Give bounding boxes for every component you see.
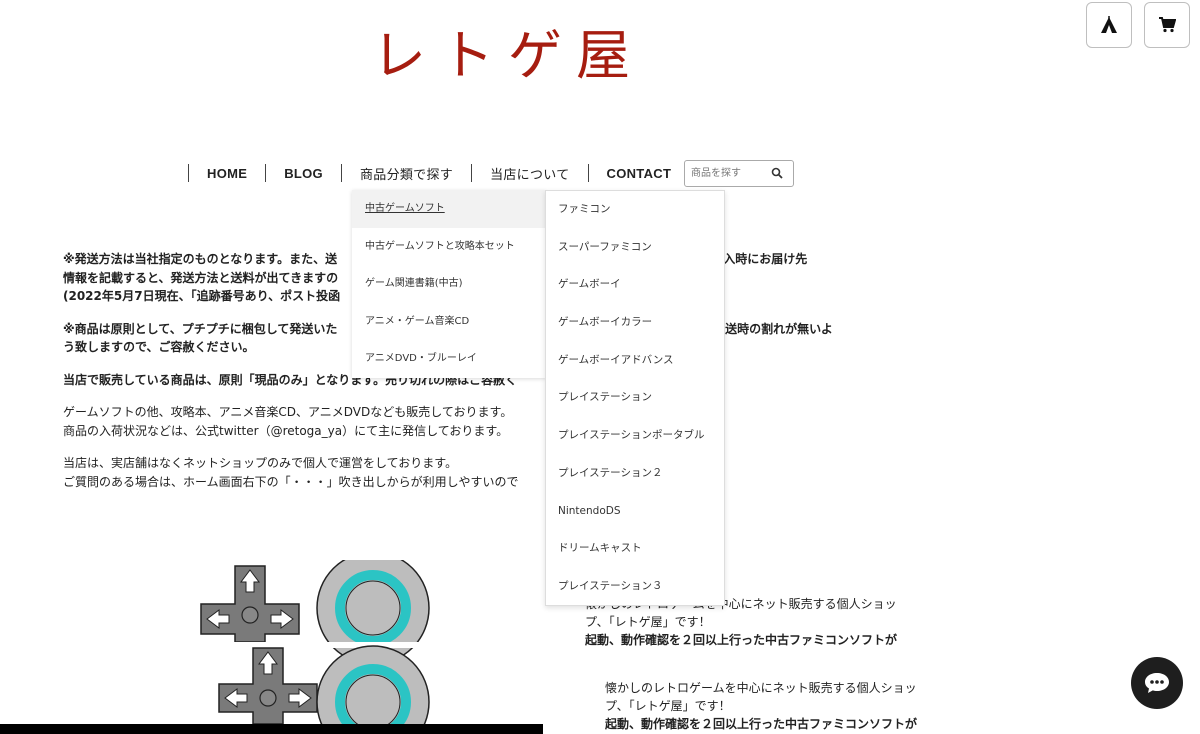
chat-button[interactable] <box>1131 657 1183 709</box>
submenu-item[interactable]: NintendoDS <box>546 493 724 531</box>
submenu-item[interactable]: プレイステーション２ <box>546 455 724 493</box>
submenu-item[interactable]: ゲームボーイ <box>546 266 724 304</box>
dpad-icon <box>218 647 318 725</box>
nav-browse-categories[interactable]: 商品分類で探す <box>342 164 471 183</box>
submenu-item[interactable]: ゲームボーイアドバンス <box>546 342 724 380</box>
menu-item-anime-dvd[interactable]: アニメDVD・ブルーレイ <box>352 340 546 378</box>
site-logo[interactable]: レトゲ屋 <box>372 26 644 86</box>
submenu-item[interactable]: プレイステーション <box>546 379 724 417</box>
nav-home[interactable]: HOME <box>189 166 265 181</box>
submenu-item[interactable]: プレイステーションポータブル <box>546 417 724 455</box>
text-line: う致しますので、ご容赦ください。 <box>63 340 255 354</box>
text-line: プ、「レトゲ屋」です！ <box>605 699 731 713</box>
dpad-icon <box>200 565 300 643</box>
nav-about[interactable]: 当店について <box>472 164 587 183</box>
tent-icon <box>1101 16 1117 33</box>
submenu-item[interactable]: ドリームキャスト <box>546 530 724 568</box>
products-info: ゲームソフトの他、攻略本、アニメ音楽CD、アニメDVDなども販売しております。 … <box>63 403 923 440</box>
text-line: (2022年5月7日現在、「追跡番号あり、ポスト投函 <box>63 289 341 303</box>
menu-item-game-guide-set[interactable]: 中古ゲームソフトと攻略本セット <box>352 228 546 266</box>
cart-icon <box>1159 17 1176 33</box>
search-input[interactable] <box>685 161 771 186</box>
tent-icon-button[interactable] <box>1086 2 1132 48</box>
retro-controller-graphic <box>195 560 445 730</box>
submenu-item[interactable]: スーパーファミコン <box>546 229 724 267</box>
text-line: ※商品は原則として、プチプチに梱包して発送いた <box>63 321 338 336</box>
submenu-item[interactable]: プレイステーション３ <box>546 568 724 606</box>
cart-button[interactable] <box>1144 2 1190 48</box>
search-box <box>684 160 794 187</box>
text-line: 当店は、実店舗はなくネットショップのみで個人で運営をしております。 <box>63 456 458 470</box>
text-line: プ、「レトゲ屋」です！ <box>585 615 711 629</box>
nav-contact[interactable]: CONTACT <box>589 166 690 181</box>
main-nav: HOME BLOG 商品分類で探す 当店について CONTACT <box>188 160 691 186</box>
about-text: 懐かしのレトロゲームを中心にネット販売する個人ショッ プ、「レトゲ屋」です！ 起… <box>605 679 917 733</box>
platform-submenu: ファミコン スーパーファミコン ゲームボーイ ゲームボーイカラー ゲームボーイア… <box>545 190 725 606</box>
chat-bubble-icon <box>1145 673 1169 693</box>
text-line: 懐かしのレトロゲームを中心にネット販売する個人ショッ <box>605 681 917 695</box>
menu-item-used-game-software[interactable]: 中古ゲームソフト <box>352 190 546 228</box>
submenu-item[interactable]: ゲームボーイカラー <box>546 304 724 342</box>
text-line: 起動、動作確認を２回以上行った中古ファミコンソフトが <box>585 633 898 647</box>
text-line: 商品の入荷状況などは、公式twitter（@retoga_ya）にて主に発信して… <box>63 423 509 438</box>
text-line: 起動、動作確認を２回以上行った中古ファミコンソフトが <box>605 717 918 731</box>
menu-item-game-books[interactable]: ゲーム関連書籍(中古) <box>352 265 546 303</box>
shop-info: 当店は、実店舗はなくネットショップのみで個人で運営をしております。 ご質問のある… <box>63 454 923 491</box>
text-line: 情報を記載すると、発送方法と送料が出てきますの <box>63 270 339 285</box>
text-line: ※発送方法は当社指定のものとなります。また、送 <box>63 252 338 266</box>
disc-icon <box>316 645 430 730</box>
nav-blog[interactable]: BLOG <box>266 166 341 181</box>
submenu-item[interactable]: ファミコン <box>546 191 724 229</box>
search-icon[interactable] <box>771 167 783 179</box>
category-dropdown: 中古ゲームソフト 中古ゲームソフトと攻略本セット ゲーム関連書籍(中古) アニメ… <box>352 190 546 378</box>
text-line: ゲームソフトの他、攻略本、アニメ音楽CD、アニメDVDなども販売しております。 <box>63 405 513 419</box>
menu-item-music-cd[interactable]: アニメ・ゲーム音楽CD <box>352 303 546 341</box>
logo-text: レトゲ屋 <box>372 24 644 87</box>
footer-bar <box>0 724 543 734</box>
text-line: ご質問のある場合は、ホーム画面右下の「・・・」吹き出しからが利用しやすいので <box>63 474 519 489</box>
